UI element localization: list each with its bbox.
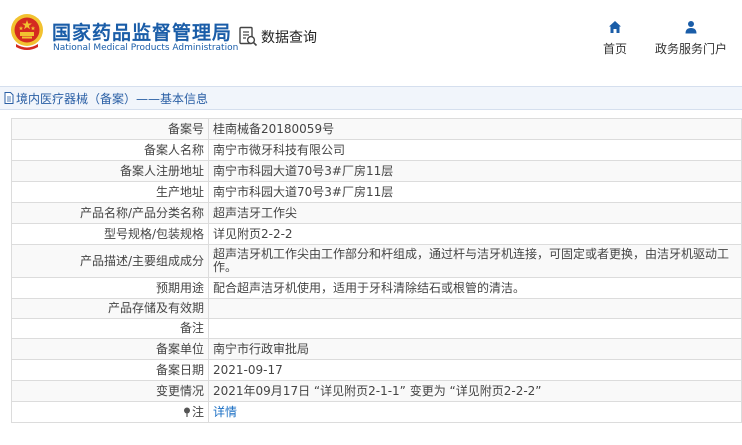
table-row: 备案人注册地址 南宁市科园大道70号3#厂房11层 [11,160,742,182]
table-row: 型号规格/包装规格 详见附页2-2-2 [11,223,742,245]
table-row: 生产地址 南宁市科园大道70号3#厂房11层 [11,181,742,203]
row-value-note: 详情 [208,401,742,423]
site-header: 国家药品监督管理局 National Medical Products Admi… [0,0,742,73]
row-value-intended-use: 配合超声洁牙机使用，适用于牙科清除结石或根管的清洁。 [208,277,742,299]
table-row: 备注 [11,318,742,339]
row-value-filer-name: 南宁市微牙科技有限公司 [208,139,742,161]
row-label-filing-unit: 备案单位 [11,338,209,360]
table-row: 产品存储及有效期 [11,298,742,319]
nav-gov-portal-label: 政务服务门户 [654,42,727,56]
site-subtitle: National Medical Products Administration [53,43,239,53]
row-value-production-address: 南宁市科园大道70号3#厂房11层 [208,181,742,203]
nav-home[interactable]: 首页 [598,20,632,57]
row-value-remarks [208,318,742,339]
row-label-production-address: 生产地址 [11,181,209,203]
pin-icon [183,407,190,417]
row-label-registered-address: 备案人注册地址 [11,160,209,182]
data-query-icon [239,26,258,47]
site-title[interactable]: 国家药品监督管理局 [52,18,232,45]
row-label-intended-use: 预期用途 [11,277,209,299]
row-label-change-history: 变更情况 [11,380,209,402]
row-value-record-number: 桂南械备20180059号 [208,118,742,140]
home-icon [609,21,621,33]
row-label-record-number: 备案号 [11,118,209,140]
table-row: 备案人名称 南宁市微牙科技有限公司 [11,139,742,161]
row-value-filing-date: 2021-09-17 [208,359,742,381]
user-icon [685,21,697,34]
data-query-label: 数据查询 [261,30,317,46]
table-row: 产品描述/主要组成成分 超声洁牙机工作尖由工作部分和杆组成，通过杆与洁牙机连接，… [11,244,742,278]
nav-home-label: 首页 [602,42,627,56]
table-row: 备案号 桂南械备20180059号 [11,118,742,140]
table-row: 备案日期 2021-09-17 [11,359,742,381]
table-row: 备案单位 南宁市行政审批局 [11,338,742,360]
row-label-filer-name: 备案人名称 [11,139,209,161]
nav-gov-portal[interactable]: 政务服务门户 [650,20,732,57]
row-label-product-description: 产品描述/主要组成成分 [11,244,209,278]
row-label-filing-date: 备案日期 [11,359,209,381]
table-row: 预期用途 配合超声洁牙机使用，适用于牙科清除结石或根管的清洁。 [11,277,742,299]
data-query-link[interactable]: 数据查询 [238,26,317,48]
row-value-registered-address: 南宁市科园大道70号3#厂房11层 [208,160,742,182]
row-label-model-spec: 型号规格/包装规格 [11,223,209,245]
row-value-product-description: 超声洁牙机工作尖由工作部分和杆组成，通过杆与洁牙机连接，可固定或者更换，由洁牙机… [208,244,742,278]
row-value-model-spec: 详见附页2-2-2 [208,223,742,245]
details-link[interactable]: 详情 [213,405,237,419]
record-detail-table: 备案号 桂南械备20180059号 备案人名称 南宁市微牙科技有限公司 备案人注… [11,118,742,423]
table-row: 注 详情 [11,401,742,423]
breadcrumb-text: 境内医疗器械（备案）——基本信息 [16,91,209,106]
national-emblem-icon[interactable] [10,13,44,51]
row-value-change-history: 2021年09月17日 “详见附页2-1-1” 变更为 “详见附页2-2-2” [208,380,742,402]
row-value-storage-validity [208,298,742,319]
document-icon [4,92,14,104]
row-label-remarks: 备注 [11,318,209,339]
row-label-product-name: 产品名称/产品分类名称 [11,202,209,224]
row-label-note: 注 [11,401,209,423]
row-value-filing-unit: 南宁市行政审批局 [208,338,742,360]
row-label-note-text: 注 [191,404,204,419]
row-label-storage-validity: 产品存储及有效期 [11,298,209,319]
row-value-product-name: 超声洁牙工作尖 [208,202,742,224]
table-row: 变更情况 2021年09月17日 “详见附页2-1-1” 变更为 “详见附页2-… [11,380,742,402]
table-row: 产品名称/产品分类名称 超声洁牙工作尖 [11,202,742,224]
breadcrumb: 境内医疗器械（备案）——基本信息 [0,86,742,110]
